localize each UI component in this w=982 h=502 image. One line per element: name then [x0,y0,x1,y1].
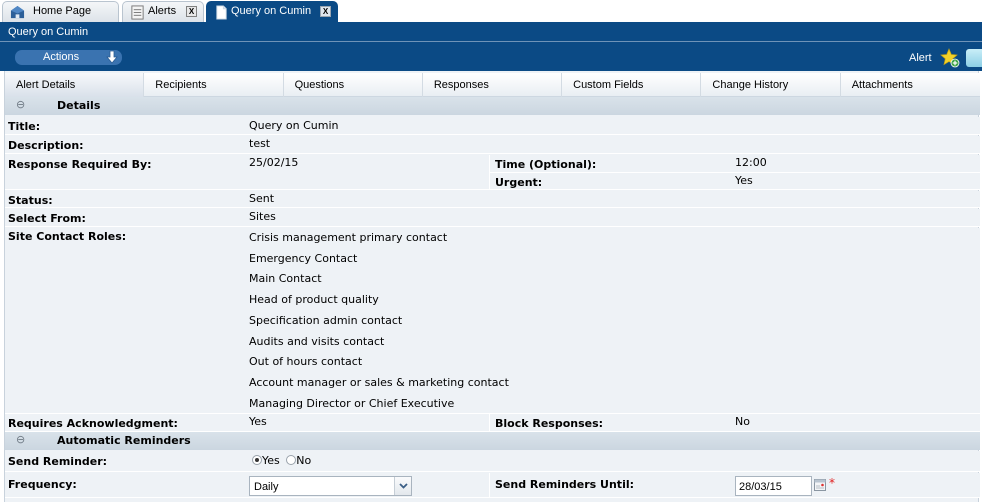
actions-button[interactable]: Actions [15,50,122,65]
description-row: Description: test [5,136,980,154]
role-item: Emergency Contact [249,252,358,265]
page-title: Query on Cumin [0,22,982,42]
status-row: Status: Sent [5,191,980,208]
collapse-icon[interactable]: ⊖ [16,433,25,446]
send-reminder-radio-group: Yes No [252,454,311,467]
role-item: Crisis management primary contact [249,231,448,244]
collapse-icon[interactable]: ⊖ [16,98,25,111]
row-separator [490,172,980,173]
required-indicator: * [829,476,835,490]
site-contact-roles-row: Site Contact Roles: Crisis management pr… [5,228,980,414]
calendar-icon[interactable] [814,479,826,491]
document-icon [216,5,227,20]
arrow-down-icon [106,50,118,64]
description-label: Description: [8,139,84,152]
radio-label-no: No [296,454,312,467]
column-divider [489,414,490,432]
requires-ack-label: Requires Acknowledgment: [8,417,178,430]
tab-alert-details[interactable]: Alert Details [5,73,145,97]
send-reminder-row: Send Reminder: Yes No [5,451,980,472]
close-tab-button[interactable]: X [186,6,197,17]
radio-label-yes: Yes [262,454,280,467]
send-until-label: Send Reminders Until: [495,478,635,491]
alert-details-panel: Alert Details Recipients Questions Respo… [4,71,980,502]
send-reminder-label: Send Reminder: [8,455,108,468]
actions-label: Actions [43,51,80,63]
title-label: Title: [8,120,41,133]
tab-label: Alerts [148,5,177,17]
tab-strip: Home Page Alerts X Query on Cumin X [0,0,982,22]
select-from-label: Select From: [8,212,86,225]
select-from-value: Sites [249,210,276,223]
send-until-date-input[interactable]: 28/03/15 [735,476,812,496]
title-row: Title: Query on Cumin [5,117,980,135]
description-value: test [249,137,271,150]
action-bar: Actions Alert [0,42,982,71]
role-item: Head of product quality [249,293,379,306]
time-value: 12:00 [735,156,767,169]
role-item: Main Contact [249,272,322,285]
tab-attachments[interactable]: Attachments [841,73,980,97]
reminders-section-header: ⊖ Automatic Reminders [5,432,980,450]
status-value: Sent [249,192,275,205]
block-responses-value: No [735,415,750,428]
site-contact-roles-label: Site Contact Roles: [8,230,127,243]
time-label: Time (Optional): [495,158,597,171]
send-reminder-yes-radio[interactable] [252,455,262,465]
alert-label: Alert [909,52,932,64]
send-reminder-no-radio[interactable] [286,455,297,465]
role-item: Audits and visits contact [249,335,385,348]
tab-query-on-cumin[interactable]: Query on Cumin X [206,1,338,22]
frequency-select[interactable]: Daily [249,476,412,496]
response-required-value: 25/02/15 [249,156,299,169]
details-section-header: ⊖ Details [5,97,980,115]
list-icon [131,5,144,20]
column-divider [489,473,490,498]
tab-responses[interactable]: Responses [423,73,563,97]
role-item: Out of hours contact [249,355,363,368]
tab-label: Home Page [33,5,92,17]
tab-recipients[interactable]: Recipients [144,73,284,97]
tab-custom-fields[interactable]: Custom Fields [562,73,702,97]
send-until-value: 28/03/15 [739,481,782,493]
subtab-bar: Alert Details Recipients Questions Respo… [5,73,980,97]
section-title: Details [57,99,101,112]
title-value: Query on Cumin [249,119,339,132]
select-from-row: Select From: Sites [5,209,980,227]
role-item: Specification admin contact [249,314,403,327]
block-responses-label: Block Responses: [495,417,604,430]
chevron-down-icon [399,483,408,489]
add-to-favorites-icon[interactable] [940,48,960,68]
close-tab-button[interactable]: X [320,6,331,17]
role-item: Account manager or sales & marketing con… [249,376,509,389]
response-required-row: Response Required By: 25/02/15 Time (Opt… [5,155,980,190]
urgent-value: Yes [735,174,753,187]
urgent-label: Urgent: [495,176,543,189]
requires-ack-value: Yes [249,415,267,428]
frequency-row: Frequency: Daily Send Reminders Until: 2… [5,473,980,498]
home-icon [10,5,25,19]
requires-ack-row: Requires Acknowledgment: Yes Block Respo… [5,414,980,432]
frequency-label: Frequency: [8,478,77,491]
status-label: Status: [8,194,53,207]
tab-label: Query on Cumin [231,5,312,17]
tab-alerts[interactable]: Alerts X [122,1,204,22]
role-item: Managing Director or Chief Executive [249,397,455,410]
response-required-label: Response Required By: [8,158,152,171]
frequency-selected-value: Daily [254,481,279,493]
side-panel-toggle[interactable] [966,49,982,67]
tab-questions[interactable]: Questions [284,73,423,97]
section-title: Automatic Reminders [57,434,191,447]
dropdown-button[interactable] [394,477,411,495]
tab-home-page[interactable]: Home Page [2,1,119,22]
tab-change-history[interactable]: Change History [701,73,841,97]
